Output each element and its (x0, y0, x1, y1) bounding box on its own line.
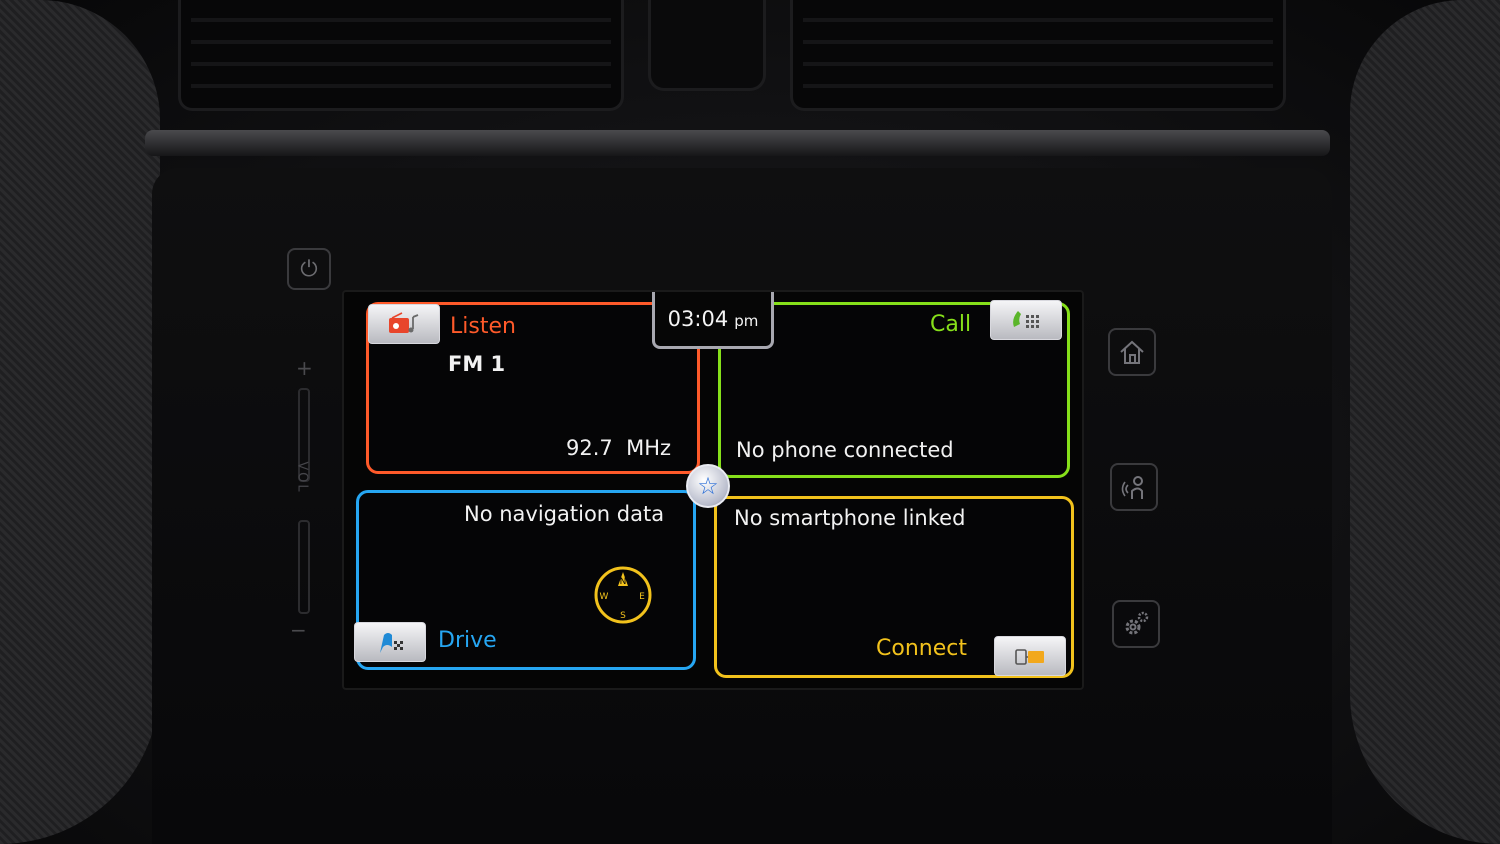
volume-up-button[interactable]: + (296, 356, 313, 380)
drive-label: Drive (438, 628, 497, 653)
dashboard-right-panel (1350, 0, 1500, 844)
smartphone-status: No smartphone linked (734, 506, 966, 530)
radio-music-icon[interactable] (368, 304, 440, 344)
air-vent-right (790, 0, 1286, 111)
compass-south: S (620, 611, 626, 621)
compass-west: W (600, 592, 609, 602)
touch-display: Listen FM 1 92.7 MHz Call No phone conne… (342, 290, 1084, 690)
compass-east: E (639, 592, 645, 602)
volume-slider-lower[interactable] (298, 520, 310, 614)
phone-status: No phone connected (736, 438, 954, 462)
radio-band: FM 1 (448, 352, 506, 376)
phone-keypad-icon[interactable] (990, 300, 1062, 340)
power-icon[interactable]: ⏻ (287, 248, 331, 290)
hazard-switch-housing (648, 0, 766, 91)
volume-down-button[interactable]: − (290, 618, 307, 642)
call-label: Call (930, 312, 972, 337)
navigation-status: No navigation data (464, 502, 665, 526)
home-icon[interactable] (1108, 328, 1156, 376)
compass-icon: N E S W (592, 564, 654, 630)
dashboard-scene: ⏻ + VOL − Listen FM 1 92.7 MHz Call No p… (0, 0, 1500, 844)
voice-command-icon[interactable] (1110, 463, 1158, 511)
volume-label: VOL (294, 461, 310, 494)
clock: 03:04 pm (652, 292, 774, 349)
smartphone-link-icon[interactable] (994, 636, 1066, 676)
clock-time: 03:04 (667, 307, 729, 331)
air-vent-left (178, 0, 624, 111)
gear-icon[interactable] (1112, 600, 1160, 648)
navigation-flag-icon[interactable] (354, 622, 426, 662)
dashboard-left-panel (0, 0, 160, 844)
listen-label: Listen (450, 314, 516, 339)
star-icon[interactable]: ☆ (686, 464, 730, 508)
connect-label: Connect (876, 636, 967, 661)
compass-north: N (620, 577, 627, 587)
radio-frequency: 92.7 MHz (566, 436, 672, 460)
chrome-trim (145, 130, 1330, 156)
clock-ampm: pm (734, 312, 759, 330)
